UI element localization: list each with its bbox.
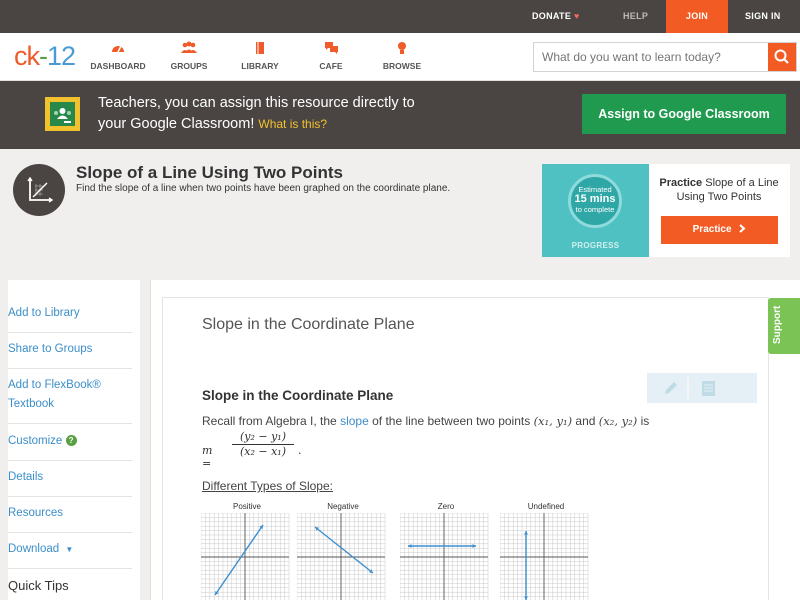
banner-text: Teachers, you can assign this resource d…	[98, 95, 415, 132]
search-icon	[774, 49, 789, 64]
dashboard-icon	[78, 41, 158, 57]
sidebar-share-to-groups[interactable]: Share to Groups	[8, 333, 132, 369]
notes-icon[interactable]	[702, 381, 715, 396]
ck12-logo[interactable]: ck-12	[14, 41, 76, 72]
browse-icon	[362, 41, 442, 57]
types-of-slope-label: Different Types of Slope:	[202, 479, 333, 493]
nav-library[interactable]: LIBRARY	[220, 41, 300, 71]
sidebar-add-to-library[interactable]: Add to Library	[8, 296, 132, 333]
library-icon	[220, 41, 300, 57]
practice-card: Estimated 15 mins to complete PROGRESS P…	[542, 164, 790, 257]
nav-groups[interactable]: GROUPS	[149, 41, 229, 71]
sidebar-customize[interactable]: Customize ?	[8, 424, 132, 461]
sidebar-download[interactable]: Download ▼	[8, 533, 132, 569]
article-paragraph: Recall from Algebra I, the slope of the …	[202, 414, 650, 428]
help-question-icon[interactable]: ?	[65, 435, 77, 446]
section-title: Slope in the Coordinate Plane	[202, 316, 415, 333]
chevron-right-icon	[739, 224, 746, 233]
search-button[interactable]	[768, 43, 796, 71]
top-bar: DONATE ♥ HELP JOIN SIGN IN	[0, 0, 800, 33]
assign-to-google-classroom-button[interactable]: Assign to Google Classroom	[582, 94, 786, 134]
undefined-slope-graph: Undefined	[500, 502, 592, 600]
practice-title: Practice Slope of a Line Using Two Point…	[659, 177, 779, 203]
positive-slope-graph: Positive	[201, 502, 293, 600]
pencil-icon[interactable]	[665, 382, 677, 394]
estimated-time-badge: Estimated 15 mins to complete	[568, 174, 622, 228]
join-button[interactable]: JOIN	[666, 0, 728, 33]
negative-slope-graph: Negative	[297, 502, 389, 600]
nav-dashboard[interactable]: DASHBOARD	[78, 41, 158, 71]
what-is-this-link[interactable]: What is this?	[258, 117, 327, 131]
sidebar-add-to-flexbook[interactable]: Add to FlexBook® Textbook	[8, 369, 132, 424]
nav-browse[interactable]: BROWSE	[362, 41, 442, 71]
slope-link[interactable]: slope	[340, 414, 369, 428]
arrowhead	[472, 544, 476, 548]
page-title: Slope of a Line Using Two Points	[76, 163, 343, 182]
support-tab[interactable]: Support	[768, 298, 800, 354]
cafe-icon	[291, 41, 371, 57]
arrowhead	[524, 596, 528, 600]
zero-slope-graph: Zero	[400, 502, 492, 600]
arrowhead	[524, 531, 528, 535]
sidebar-resources[interactable]: Resources	[8, 497, 132, 533]
sidebar-details[interactable]: Details	[8, 461, 132, 497]
arrowhead	[408, 544, 412, 548]
heart-icon: ♥	[573, 11, 580, 21]
groups-icon	[149, 41, 229, 57]
page-subtitle: Find the slope of a line when two points…	[76, 183, 451, 194]
sign-in-link[interactable]: SIGN IN	[745, 0, 781, 33]
practice-thumbnail: Estimated 15 mins to complete PROGRESS	[542, 164, 649, 257]
article-heading: Slope in the Coordinate Plane	[202, 388, 394, 403]
negative-slope-line	[314, 526, 374, 574]
positive-slope-line	[214, 524, 264, 596]
google-classroom-icon	[45, 97, 80, 131]
donate-link[interactable]: DONATE ♥	[532, 0, 580, 33]
practice-button[interactable]: Practice	[661, 216, 778, 244]
article-toolbar	[647, 373, 757, 403]
search-bar	[533, 42, 797, 72]
search-input[interactable]	[534, 43, 768, 71]
sidebar-quick-tips[interactable]: Quick Tips	[8, 569, 132, 600]
progress-label: PROGRESS	[571, 241, 620, 250]
help-link[interactable]: HELP	[623, 0, 648, 33]
nav-cafe[interactable]: CAFE	[291, 41, 371, 71]
caret-down-icon: ▼	[65, 545, 74, 554]
graph-icon	[13, 164, 65, 216]
